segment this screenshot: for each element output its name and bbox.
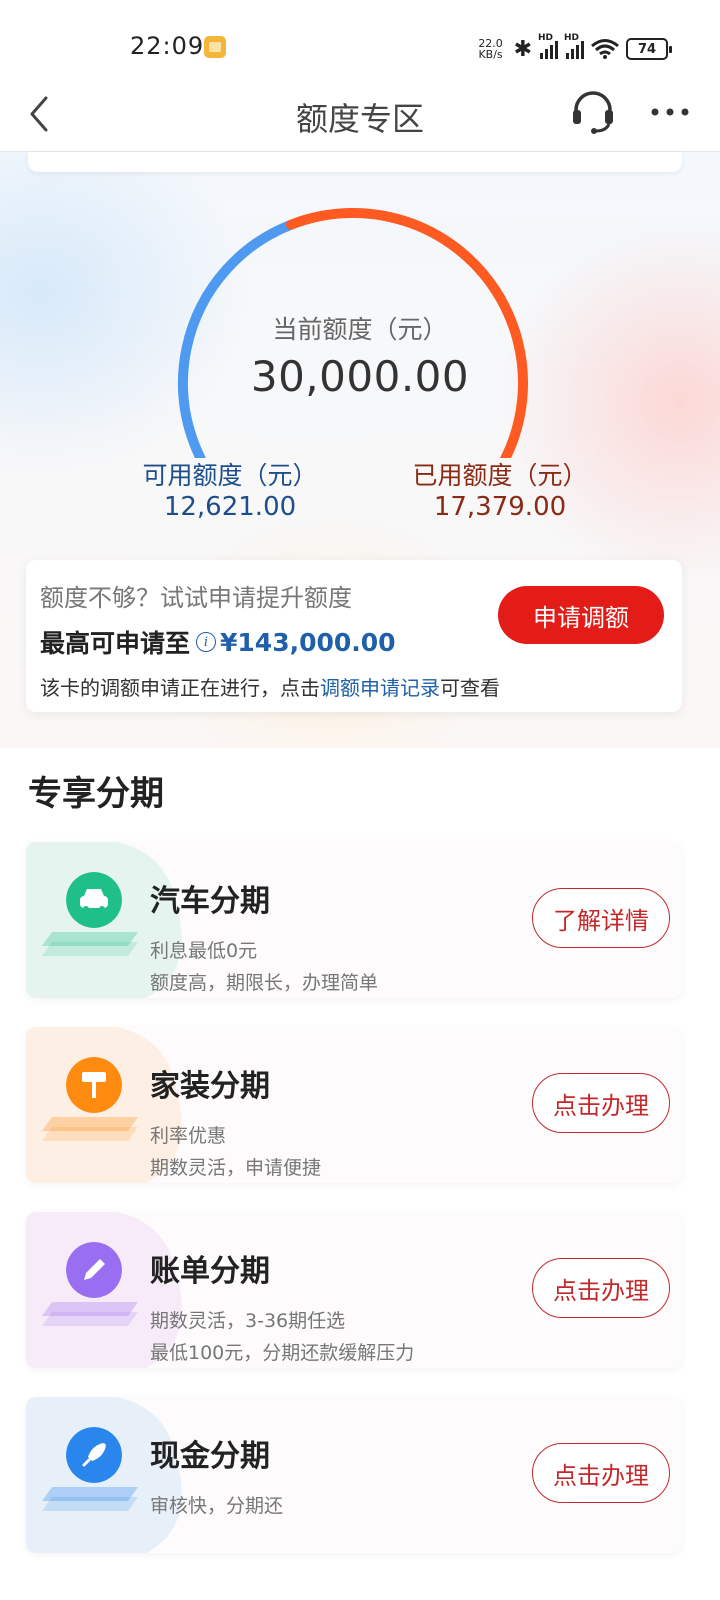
available-quota-value: 12,621.00	[163, 492, 297, 522]
signal-hd-label: HD	[564, 33, 580, 43]
status-time: 22:09	[130, 32, 205, 60]
section-title: 专享分期	[28, 774, 164, 814]
card-line2: 最低100元，分期还款缓解压力	[150, 1342, 415, 1364]
notification-icon	[204, 36, 226, 58]
apply-raise-button[interactable]: 申请调额	[498, 586, 664, 644]
installment-card-home[interactable]: 家装分期 利率优惠 期数灵活，申请便捷 点击办理	[26, 1027, 682, 1183]
used-quota-label: 已用额度（元）	[412, 461, 588, 490]
platform-graphic	[42, 932, 138, 956]
headset-icon[interactable]	[570, 88, 616, 134]
info-icon[interactable]: i	[196, 632, 217, 652]
used-quota-value: 17,379.00	[433, 492, 567, 522]
signal-hd-label: HD	[538, 33, 554, 43]
car-icon	[66, 872, 122, 928]
signal-icon: HD	[538, 33, 558, 59]
card-line1: 审核快，分期还	[150, 1495, 284, 1517]
current-quota-value: 30,000.00	[250, 352, 470, 401]
card-title: 账单分期	[150, 1254, 270, 1289]
raise-note-suffix: 可查看	[440, 676, 500, 700]
raise-prompt: 额度不够？试试申请提升额度	[40, 584, 352, 612]
rocket-icon	[66, 1427, 122, 1483]
card-line2: 期数灵活，申请便捷	[150, 1157, 322, 1179]
installment-card-bill[interactable]: 账单分期 期数灵活，3-36期任选 最低100元，分期还款缓解压力 点击办理	[26, 1212, 682, 1368]
more-icon[interactable]	[650, 106, 690, 118]
platform-graphic	[42, 1487, 138, 1511]
installment-card-cash[interactable]: 现金分期 审核快，分期还 点击办理	[26, 1397, 682, 1553]
raise-note: 该卡的调额申请正在进行，点击调额申请记录可查看	[40, 672, 500, 701]
available-quota-label: 可用额度（元）	[142, 461, 318, 490]
status-icons: 22.0 KB/s ✱ HD HD 74	[474, 33, 672, 64]
top-card-edge	[28, 152, 682, 172]
platform-graphic	[42, 1117, 138, 1141]
signal-icon: HD	[564, 33, 584, 59]
installment-card-car[interactable]: 汽车分期 利息最低0元 额度高，期限长，办理简单 了解详情	[26, 842, 682, 998]
net-speed: 22.0 KB/s	[474, 38, 508, 60]
raise-max-value: ¥143,000.00	[220, 627, 396, 657]
current-quota-label: 当前额度（元）	[272, 315, 448, 344]
card-line1: 利率优惠	[150, 1125, 227, 1147]
card-line1: 期数灵活，3-36期任选	[150, 1310, 346, 1332]
card-title: 汽车分期	[150, 884, 270, 919]
bluetooth-icon: ✱	[513, 36, 532, 62]
card-action-button[interactable]: 了解详情	[532, 888, 670, 948]
paint-roller-icon	[66, 1057, 122, 1113]
net-speed-unit: KB/s	[478, 48, 503, 61]
card-action-button[interactable]: 点击办理	[532, 1443, 670, 1503]
nav-bar: 额度专区	[0, 78, 720, 152]
card-line1: 利息最低0元	[150, 940, 258, 962]
battery-icon: 74	[626, 38, 672, 60]
card-glow	[26, 1397, 182, 1553]
platform-graphic	[42, 1302, 138, 1326]
card-action-button[interactable]: 点击办理	[532, 1258, 670, 1318]
card-action-button[interactable]: 点击办理	[532, 1073, 670, 1133]
raise-max-label: 最高可申请至	[40, 629, 191, 658]
raise-note-prefix: 该卡的调额申请正在进行，点击	[40, 676, 320, 700]
wifi-icon	[591, 39, 619, 59]
card-line2: 额度高，期限长，办理简单	[150, 972, 379, 994]
raise-quota-card: 额度不够？试试申请提升额度 最高可申请至 i ¥143,000.00 该卡的调额…	[26, 560, 682, 712]
raise-record-link[interactable]: 调额申请记录	[320, 676, 440, 700]
raise-max-row: 最高可申请至 i ¥143,000.00	[40, 624, 396, 660]
card-title: 家装分期	[150, 1069, 270, 1104]
card-title: 现金分期	[150, 1439, 270, 1474]
pencil-icon	[66, 1242, 122, 1298]
